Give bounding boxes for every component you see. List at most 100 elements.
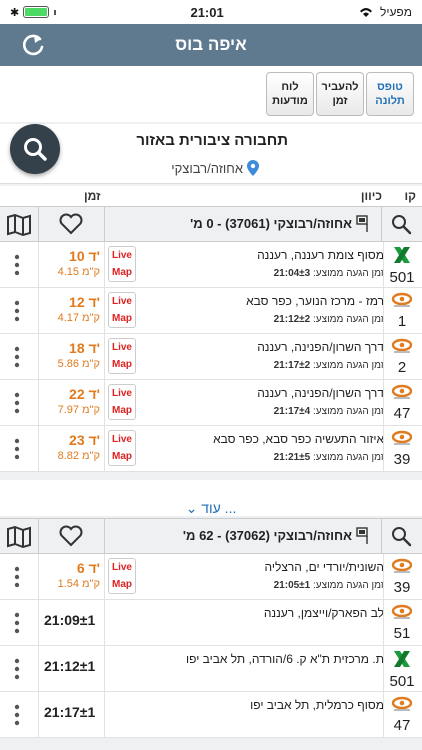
map-icon[interactable]: [6, 213, 32, 237]
search-button[interactable]: [10, 124, 60, 174]
route-number: 501: [389, 269, 415, 286]
route: 501: [386, 650, 418, 690]
arrival-row[interactable]: 22 ד' 7.97 ק"מ Live Map דרך השרון/הפנינה,…: [0, 380, 422, 426]
expected-arrival: זמן הגעה ממוצע: 21:17±2: [274, 360, 384, 371]
heart-icon[interactable]: [58, 212, 84, 236]
route-number: 2: [397, 359, 407, 376]
eta: 22 ד' 7.97 ק"מ: [42, 386, 100, 416]
expected-label: זמן הגעה ממוצע:: [313, 580, 384, 591]
bus-stop-icon: [356, 527, 368, 544]
col-time: זמן: [84, 189, 101, 203]
area-search-card[interactable]: תחבורה ציבורית באזור אחוזה/רבוצקי: [0, 124, 422, 184]
more-options-icon[interactable]: [14, 704, 20, 726]
expected-arrival: זמן הגעה ממוצע: 21:21±5: [274, 452, 384, 463]
live-map-button[interactable]: Live Map: [108, 292, 136, 328]
status-time: 21:01: [190, 4, 224, 20]
route-number: 1: [397, 313, 407, 330]
scheduled-time: 21:09±1: [44, 612, 96, 628]
arrival-row[interactable]: 18 ד' 5.86 ק"מ Live Map דרך השרון/הפנינה,…: [0, 334, 422, 380]
col-line: קו: [404, 189, 416, 203]
column-headers: קו כיוון זמן: [0, 186, 422, 206]
expected-time: 21:17±4: [273, 406, 311, 417]
col-direction: כיוון: [360, 189, 382, 203]
operator-eye-icon: [391, 604, 413, 619]
expected-time: 21:21±5: [273, 452, 311, 463]
eta-minutes: 18 ד': [69, 340, 100, 356]
status-left: ✱: [10, 6, 57, 19]
eta-distance: 4.15 ק"מ: [57, 266, 100, 278]
arrival-row[interactable]: 12 ד' 4.17 ק"מ Live Map רמז - מרכז הנוער,…: [0, 288, 422, 334]
arrival-row[interactable]: 21:09±1 לב הפארק/וייצמן, רעננה 51: [0, 600, 422, 646]
route-number: 47: [393, 405, 411, 422]
expected-arrival: זמן הגעה ממוצע: 21:05±1: [274, 580, 384, 591]
destination: ת. מרכזית ת"א ק. 6/הורדה, תל אביב יפו: [186, 652, 384, 666]
expected-label: זמן הגעה ממוצע:: [313, 314, 384, 325]
refresh-icon[interactable]: [20, 31, 48, 59]
more-options-icon[interactable]: [14, 254, 20, 276]
more-options-icon[interactable]: [14, 658, 20, 680]
more-options-icon[interactable]: [14, 392, 20, 414]
operator-eye-icon: [391, 338, 413, 353]
live-map-button[interactable]: Live Map: [108, 430, 136, 466]
live-map-button[interactable]: Live Map: [108, 338, 136, 374]
show-more-button[interactable]: ⌄ עוד ...: [0, 480, 422, 516]
transfer-time-button[interactable]: להעביר זמן: [316, 72, 364, 116]
destination: לב הפארק/וייצמן, רעננה: [263, 606, 384, 620]
status-right: מפעיל: [358, 5, 412, 19]
expected-label: זמן הגעה ממוצע:: [313, 452, 384, 463]
expected-time: 21:05±1: [273, 580, 311, 591]
destination: דרך השרון/הפנינה, רעננה: [257, 340, 384, 354]
eta-distance: 7.97 ק"מ: [57, 404, 100, 416]
complaint-form-button[interactable]: טופס תלונה: [366, 72, 414, 116]
live-map-button[interactable]: Live Map: [108, 384, 136, 420]
heart-icon[interactable]: [58, 524, 84, 548]
more-options-icon[interactable]: [14, 300, 20, 322]
expected-time: 21:17±2: [273, 360, 311, 371]
stop-search-icon[interactable]: [390, 525, 412, 547]
search-icon: [24, 138, 47, 161]
expected-label: זמן הגעה ממוצע:: [313, 406, 384, 417]
scheduled-time: 21:12±1: [44, 658, 96, 674]
more-options-icon[interactable]: [14, 346, 20, 368]
stop-name: אחוזה/רבוצקי (37062) - 62 מ': [182, 528, 352, 543]
live-map-button[interactable]: Live Map: [108, 558, 136, 594]
eta-minutes: 22 ד': [69, 386, 100, 402]
eta: 23 ד' 8.82 ק"מ: [42, 432, 100, 462]
notice-board-button[interactable]: לוח מודעות: [266, 72, 314, 116]
eta: 18 ד' 5.86 ק"מ: [42, 340, 100, 370]
operator-x-icon: [394, 651, 410, 667]
arrival-row[interactable]: 6 ד' 1.54 ק"מ Live Map השונית/יורדי ים, ה…: [0, 554, 422, 600]
route: 51: [386, 604, 418, 642]
eta: 6 ד' 1.54 ק"מ: [42, 560, 100, 590]
stop-search-icon[interactable]: [390, 213, 412, 235]
operator-x-icon: [394, 247, 410, 263]
eta-minutes: 12 ד': [69, 294, 100, 310]
route-number: 501: [389, 673, 415, 690]
more-options-icon[interactable]: [14, 612, 20, 634]
operator-eye-icon: [391, 384, 413, 399]
app-title: איפה בוס: [175, 35, 247, 54]
more-options-icon[interactable]: [14, 566, 20, 588]
arrival-row[interactable]: 21:12±1 ת. מרכזית ת"א ק. 6/הורדה, תל אבי…: [0, 646, 422, 692]
route: 2: [386, 338, 418, 376]
show-more-label: ⌄ עוד ...: [186, 490, 237, 517]
live-map-button[interactable]: Live Map: [108, 246, 136, 282]
current-location[interactable]: אחוזה/רבוצקי: [171, 160, 259, 176]
eta-minutes: 10 ד': [69, 248, 100, 264]
eta-distance: 5.86 ק"מ: [57, 358, 100, 370]
show-more-text: עוד ...: [201, 500, 237, 516]
more-options-icon[interactable]: [14, 438, 20, 460]
destination: איזור התעשיה כפר סבא, כפר סבא: [213, 432, 384, 446]
operator-eye-icon: [391, 292, 413, 307]
arrival-row[interactable]: 21:17±1 מסוף כרמלית, תל אביב יפו 47: [0, 692, 422, 738]
stop-name: אחוזה/רבוצקי (37061) - 0 מ': [190, 216, 352, 231]
map-icon[interactable]: [6, 525, 32, 549]
status-bar: ✱ 21:01 מפעיל: [0, 0, 422, 24]
arrival-row[interactable]: 23 ד' 8.82 ק"מ Live Map איזור התעשיה כפר …: [0, 426, 422, 472]
route: 1: [386, 292, 418, 330]
destination: מסוף כרמלית, תל אביב יפו: [250, 698, 384, 712]
arrival-row[interactable]: 10 ד' 4.15 ק"מ Live Map מסוף צומת רעננה, …: [0, 242, 422, 288]
location-pin-icon: [247, 160, 259, 176]
battery-icon: [23, 6, 50, 18]
carrier-label: מפעיל: [379, 5, 412, 19]
